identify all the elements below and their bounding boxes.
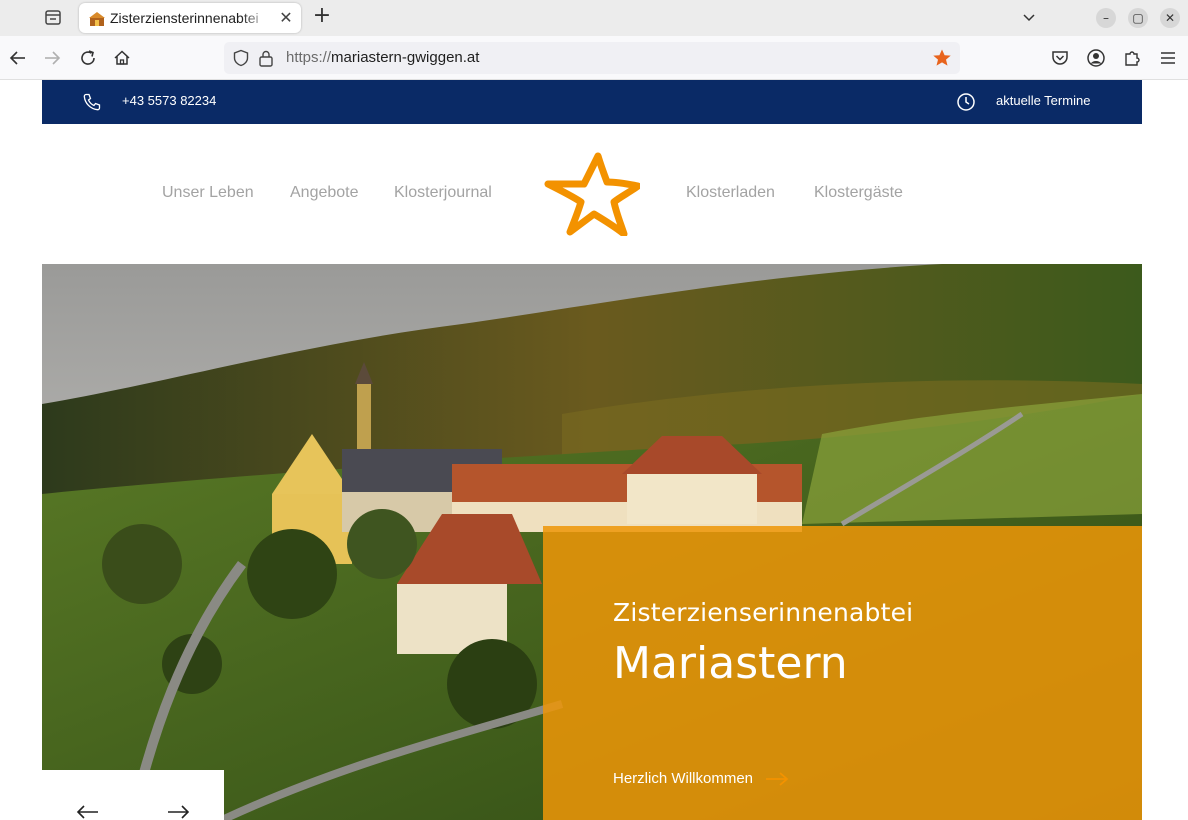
nav-item-unser-leben[interactable]: Unser Leben (162, 184, 254, 202)
arrow-right-icon (765, 771, 789, 786)
reload-icon[interactable] (78, 48, 98, 68)
plus-icon[interactable]: + (311, 4, 333, 28)
url-text[interactable]: https://mariastern-gwiggen.at (286, 49, 479, 66)
slider-controls (42, 770, 224, 820)
site-favicon-icon (89, 11, 105, 26)
pocket-icon[interactable] (1050, 48, 1070, 68)
phone-link[interactable]: +43 5573 82234 (122, 93, 216, 108)
nav-item-klosterjournal[interactable]: Klosterjournal (394, 184, 492, 202)
hero-subtitle: Zisterzienserinnenabtei (613, 598, 914, 627)
nav-item-klostergaeste[interactable]: Klostergäste (814, 184, 903, 202)
nav-item-angebote[interactable]: Angebote (290, 184, 359, 202)
clock-icon (956, 92, 976, 112)
url-protocol: https:// (286, 49, 332, 66)
hero-title: Mariastern (613, 638, 848, 689)
hero-slider: Zisterzienserinnenabtei Mariastern Herzl… (42, 264, 1142, 820)
window-close-icon[interactable]: ✕ (1160, 8, 1180, 28)
hero-caption-panel: Zisterzienserinnenabtei Mariastern Herzl… (543, 526, 1142, 820)
tab-list-icon[interactable] (42, 6, 64, 28)
account-icon[interactable] (1086, 48, 1106, 68)
extensions-icon[interactable] (1122, 48, 1142, 68)
close-icon[interactable]: ✕ (277, 9, 295, 27)
url-host: mariastern-gwiggen.at (331, 49, 480, 66)
chevron-down-icon[interactable] (1020, 8, 1038, 26)
nav-item-klosterladen[interactable]: Klosterladen (686, 184, 775, 202)
bookmark-star-icon[interactable] (932, 48, 952, 68)
tab-title: Zisterziensterinnenabtei (110, 10, 259, 26)
shield-icon[interactable] (232, 49, 250, 67)
browser-tab-bar: Zisterziensterinnenabtei ✕ + – ▢ ✕ (0, 0, 1188, 36)
browser-nav-bar: https://mariastern-gwiggen.at (0, 36, 1188, 80)
arrow-right-icon[interactable] (166, 804, 190, 820)
phone-icon (82, 92, 102, 112)
address-bar[interactable]: https://mariastern-gwiggen.at (224, 42, 960, 74)
menu-icon[interactable] (1158, 48, 1178, 68)
hero-cta-label: Herzlich Willkommen (613, 770, 754, 787)
site-top-bar: +43 5573 82234 aktuelle Termine (42, 80, 1142, 124)
minimize-icon[interactable]: – (1096, 8, 1116, 28)
lock-icon[interactable] (258, 49, 274, 67)
arrow-left-icon[interactable] (76, 804, 100, 820)
events-link[interactable]: aktuelle Termine (996, 93, 1090, 108)
back-arrow-icon[interactable] (8, 48, 28, 68)
maximize-icon[interactable]: ▢ (1128, 8, 1148, 28)
browser-tab-active[interactable]: Zisterziensterinnenabtei ✕ (79, 3, 301, 33)
mariastern-star-logo-icon[interactable] (544, 152, 642, 238)
home-icon[interactable] (112, 48, 132, 68)
forward-arrow-icon[interactable] (42, 48, 62, 68)
hero-cta-link[interactable]: Herzlich Willkommen (613, 770, 789, 787)
